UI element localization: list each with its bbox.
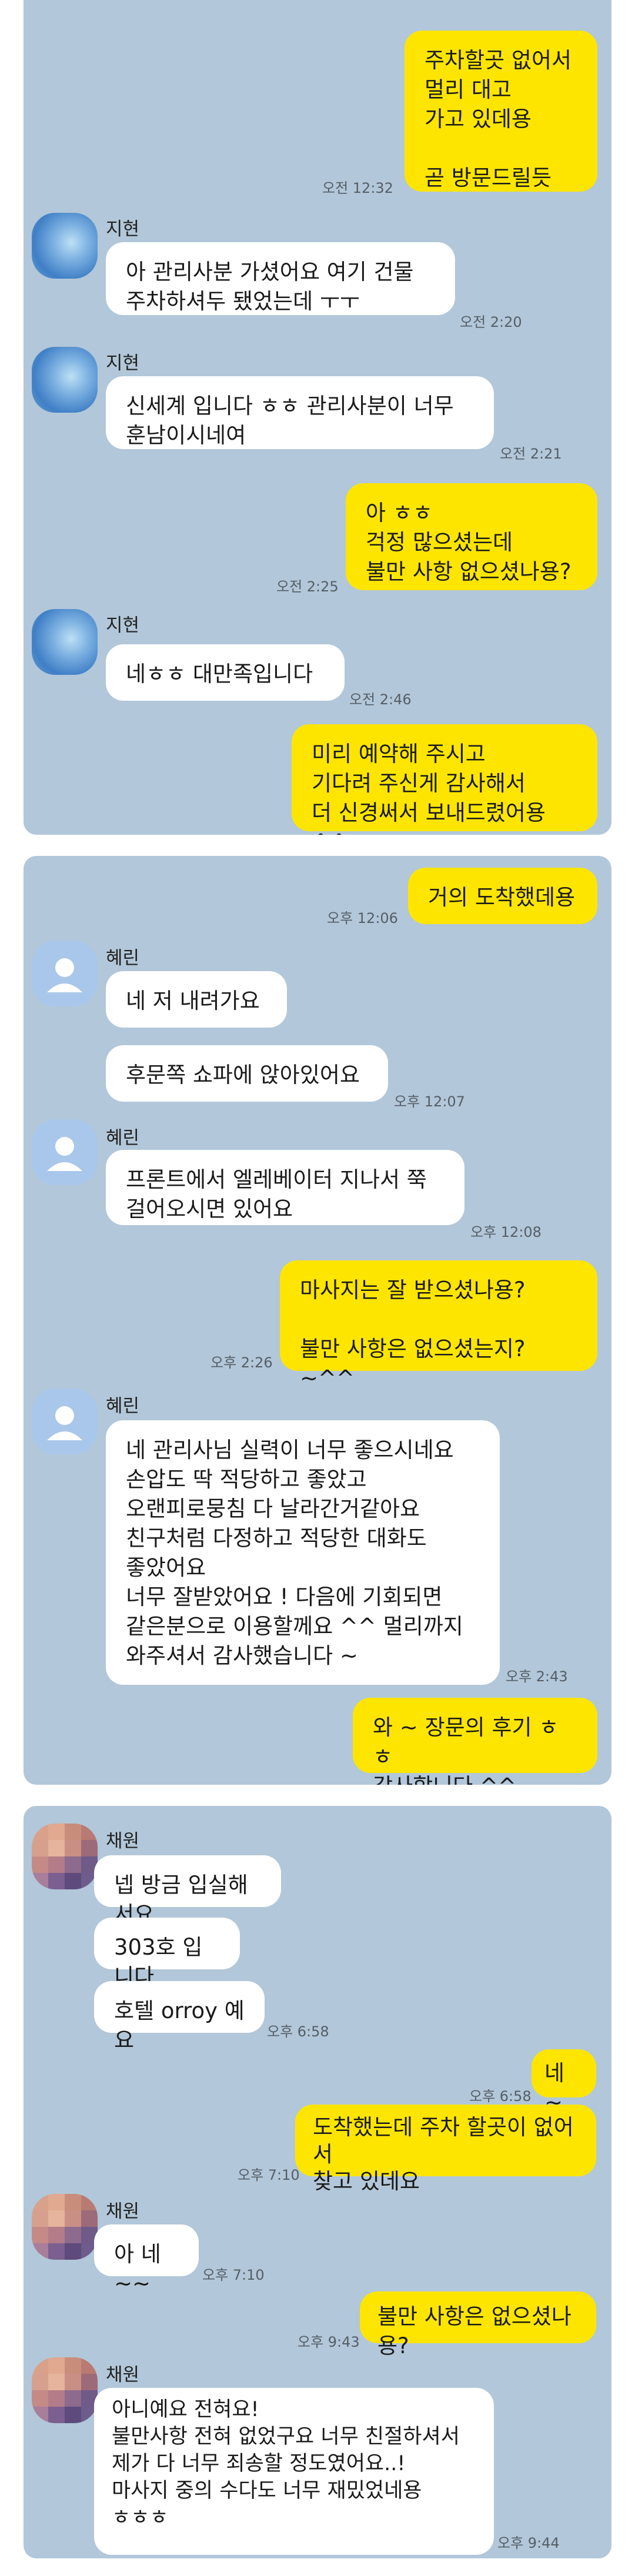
message-time: 오후 6:58 (469, 2088, 532, 2105)
their-message-bubble[interactable]: 아니예요 전혀요! 불만사항 전혀 없었구요 너무 친절하셔서 제가 다 너무 … (94, 2388, 494, 2555)
their-message-bubble[interactable]: 아 관리사분 가셨어요 여기 건물 주차하셔두 됐었는데 ㅜㅜ (106, 242, 455, 315)
sender-name: 혜린 (106, 1128, 140, 1149)
message-time: 오전 2:21 (500, 446, 562, 462)
avatar[interactable] (32, 2194, 98, 2260)
sender-name: 채원 (106, 2364, 140, 2386)
their-message-bubble[interactable]: 303호 입니다 (94, 1918, 240, 1989)
sender-name: 채원 (106, 1831, 140, 1852)
message-time: 오후 12:07 (394, 1093, 465, 1110)
sender-name: 지현 (106, 615, 140, 636)
chat-panel-3[interactable]: 채원 넵 방금 입실해서요 303호 입니다 호텔 orroy 예요 오후 6:… (24, 1806, 611, 2558)
chat-panel-1[interactable]: 주차할곳 없어서 멀리 대고 가고 있데용 곧 방문드릴듯 오전 12:32 지… (24, 0, 611, 835)
default-profile-icon (47, 1406, 82, 1440)
sender-name: 혜린 (106, 948, 140, 969)
avatar[interactable] (32, 2357, 98, 2423)
my-message-bubble[interactable]: 불만 사항은 없으셨나용? (360, 2291, 596, 2358)
my-message-bubble[interactable]: 네 ~ (532, 2049, 596, 2115)
their-message-bubble[interactable]: 호텔 orroy 예요 (94, 1981, 265, 2053)
avatar[interactable] (32, 1824, 98, 1889)
my-message-bubble[interactable]: 와 ~ 장문의 후기 ㅎㅎ 감사합니다 ^^ (353, 1698, 597, 1785)
my-message-bubble[interactable]: 주차할곳 없어서 멀리 대고 가고 있데용 곧 방문드릴듯 (405, 31, 597, 192)
default-profile-icon (47, 1137, 82, 1171)
message-time: 오전 12:32 (322, 180, 393, 196)
message-time: 오후 7:10 (202, 2267, 265, 2283)
avatar[interactable] (32, 213, 98, 279)
message-time: 오후 6:58 (267, 2023, 329, 2040)
sender-name: 혜린 (106, 1396, 140, 1417)
their-message-bubble[interactable]: 프론트에서 엘레베이터 지나서 쭉 걸어오시면 있어요 (106, 1150, 464, 1225)
message-time: 오전 2:25 (276, 578, 339, 595)
message-time: 오후 9:43 (298, 2334, 360, 2350)
message-time: 오후 7:10 (238, 2167, 300, 2183)
their-message-bubble[interactable]: 후문쪽 쇼파에 앉아있어요 (106, 1045, 388, 1102)
avatar[interactable] (32, 1389, 98, 1454)
avatar[interactable] (32, 1119, 98, 1185)
default-profile-icon (47, 958, 82, 992)
their-message-bubble[interactable]: 네ㅎㅎ 대만족입니다 (106, 644, 345, 701)
message-time: 오전 2:20 (460, 314, 522, 330)
sender-name: 지현 (106, 353, 140, 374)
sender-name: 지현 (106, 219, 140, 240)
message-time: 오전 2:46 (349, 691, 412, 708)
avatar[interactable] (32, 347, 98, 413)
their-message-bubble[interactable]: 넵 방금 입실해서요 (94, 1855, 281, 1927)
my-message-bubble[interactable]: 미리 예약해 주시고 기다려 주신게 감사해서 더 신경써서 보내드렸어용 ^^ (292, 724, 597, 835)
my-message-bubble[interactable]: 거의 도착했데용 (408, 868, 597, 924)
avatar[interactable] (32, 609, 98, 675)
chat-panel-2[interactable]: 거의 도착했데용 오후 12:06 혜린 네 저 내려가요 후문쪽 쇼파에 앉아… (24, 856, 611, 1785)
message-time: 오후 2:43 (506, 1668, 568, 1685)
my-message-bubble[interactable]: 아 ㅎㅎ 걱정 많으셨는데 불만 사항 없으셨나용? (346, 483, 597, 590)
message-time: 오후 12:08 (470, 1224, 542, 1240)
their-message-bubble[interactable]: 네 저 내려가요 (106, 971, 287, 1028)
my-message-bubble[interactable]: 마사지는 잘 받으셨나용? 불만 사항은 없으셨는지? ~^^ (280, 1260, 597, 1391)
sender-name: 채원 (106, 2201, 140, 2222)
their-message-bubble[interactable]: 아 네~~ (94, 2224, 199, 2296)
message-time: 오후 12:06 (327, 910, 398, 926)
message-time: 오후 9:44 (497, 2535, 560, 2551)
my-message-bubble[interactable]: 도착했는데 주차 할곳이 없어서 찾고 있데요 (295, 2105, 596, 2194)
their-message-bubble[interactable]: 네 관리사님 실력이 너무 좋으시네요 손압도 딱 적당하고 좋았고 오랜피로뭉… (106, 1420, 500, 1685)
their-message-bubble[interactable]: 신세계 입니다 ㅎㅎ 관리사분이 너무 훈남이시네여 (106, 376, 494, 449)
avatar[interactable] (32, 941, 98, 1006)
message-time: 오후 2:26 (210, 1354, 273, 1371)
